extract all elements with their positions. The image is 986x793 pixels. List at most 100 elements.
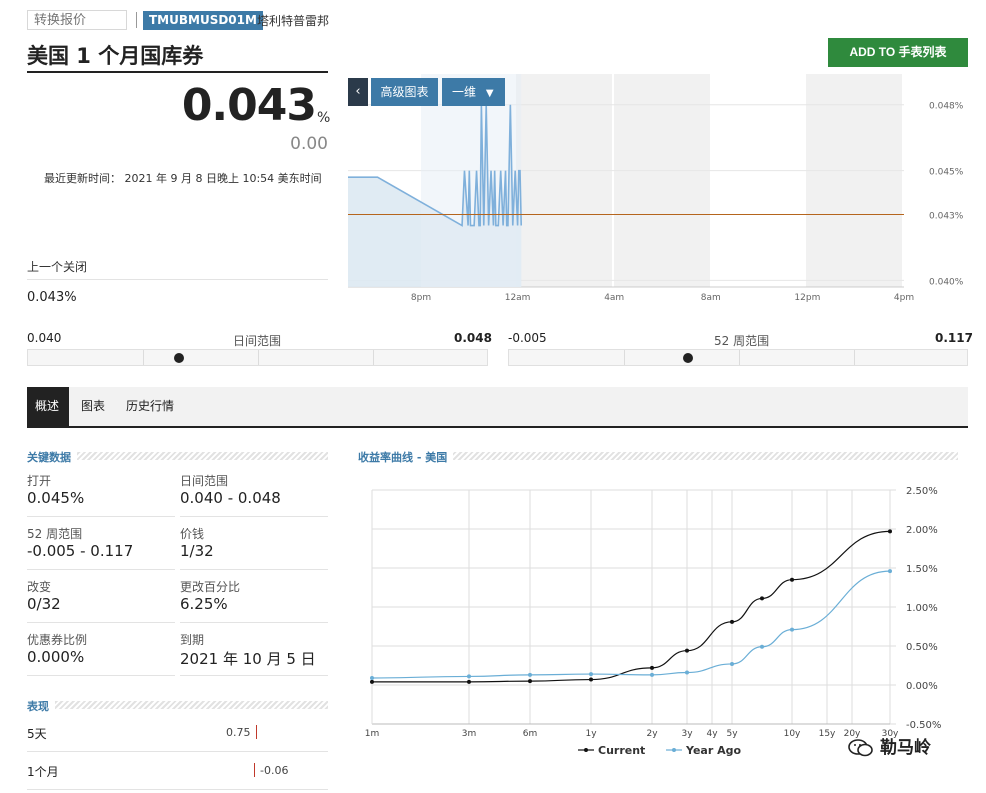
data-point bbox=[650, 665, 654, 670]
day-range-bar bbox=[27, 349, 488, 366]
y-tick-label: 0.040% bbox=[929, 277, 964, 287]
last-updated: 最近更新时间： 2021 年 9 月 8 日晚上 10:54 美东时间 bbox=[44, 172, 322, 185]
time-range-dropdown[interactable]: 一维 ▼ bbox=[442, 78, 505, 106]
x-tick-label: 5y bbox=[726, 729, 738, 739]
divider bbox=[27, 789, 328, 790]
x-tick-label: 4y bbox=[706, 729, 718, 739]
divider bbox=[180, 622, 328, 623]
y-tick-label: 0.045% bbox=[929, 168, 964, 178]
time-range-label: 一维 bbox=[452, 85, 477, 99]
key-data-value: 0/32 bbox=[27, 595, 61, 613]
tab-overview[interactable]: 概述 bbox=[27, 387, 69, 426]
day-range-label: 日间范围 bbox=[233, 334, 282, 348]
y-tick-label: 0.048% bbox=[929, 102, 964, 112]
data-point bbox=[589, 672, 593, 677]
key-data-label: 更改百分比 bbox=[180, 580, 241, 594]
x-tick-label: 3y bbox=[681, 729, 693, 739]
performance-period: 5天 bbox=[27, 727, 47, 741]
price-unit: % bbox=[317, 110, 331, 126]
52-week-range-bar bbox=[508, 349, 968, 366]
tab-bar: 概述 图表 历史行情 bbox=[27, 387, 968, 428]
data-point bbox=[467, 679, 471, 684]
performance-bar bbox=[256, 725, 257, 739]
data-point bbox=[760, 644, 764, 649]
intraday-chart[interactable]: 0.048% 0.045% 0.043% 0.040% 8pm 12am 4am 8am 12p… bbox=[348, 74, 968, 310]
advanced-chart-button[interactable]: 高级图表 bbox=[371, 78, 438, 106]
yield-curve-title: 收益率曲线 - 美国 bbox=[358, 449, 454, 465]
add-to-watchlist-button[interactable]: ADD TO 手表列表 bbox=[828, 38, 968, 67]
performance-period: 1个月 bbox=[27, 765, 59, 779]
time-band bbox=[516, 74, 612, 287]
x-tick-label: 1y bbox=[585, 729, 597, 739]
key-data-label: 日间范围 bbox=[180, 474, 229, 488]
data-point bbox=[730, 661, 734, 666]
key-data-label: 52 周范围 bbox=[27, 527, 83, 541]
legend-marker bbox=[672, 748, 676, 752]
data-point bbox=[650, 672, 654, 677]
time-band bbox=[614, 74, 710, 287]
y-tick-label: 1.50% bbox=[906, 564, 938, 575]
series-line-year-ago bbox=[371, 570, 891, 679]
section-hatch bbox=[27, 701, 328, 709]
x-tick-label: 6m bbox=[523, 729, 538, 739]
collapse-chart-button[interactable]: ‹ bbox=[348, 78, 368, 106]
key-data-label: 改变 bbox=[27, 580, 52, 594]
divider bbox=[180, 675, 328, 676]
data-point bbox=[467, 674, 471, 679]
x-tick-label: 8pm bbox=[411, 293, 431, 303]
quote-search-input[interactable] bbox=[27, 10, 127, 30]
key-data-value: 0.000% bbox=[27, 648, 85, 666]
y-tick-label: 0.50% bbox=[906, 642, 938, 653]
previous-close-value: 0.043% bbox=[27, 290, 77, 305]
watermark-text: 勒马岭 bbox=[880, 738, 931, 758]
range-tick bbox=[373, 350, 374, 365]
data-point bbox=[730, 619, 734, 624]
y-tick-label: 1.00% bbox=[906, 603, 938, 614]
x-tick-label: 15y bbox=[819, 729, 836, 739]
data-point bbox=[888, 529, 892, 534]
data-point bbox=[370, 675, 374, 680]
range-tick bbox=[258, 350, 259, 365]
52-week-range-low: -0.005 bbox=[508, 331, 547, 345]
chevron-down-icon: ▼ bbox=[485, 88, 494, 99]
divider bbox=[27, 675, 175, 676]
data-source-label: 塔利特普雷邦 bbox=[257, 14, 330, 28]
key-data-label: 打开 bbox=[27, 474, 52, 488]
key-data-value: 0.040 - 0.048 bbox=[180, 489, 281, 507]
y-tick-label: 2.00% bbox=[906, 525, 938, 536]
x-tick-label: 8am bbox=[701, 293, 721, 303]
x-tick-label: 10y bbox=[784, 729, 801, 739]
tab-chart[interactable]: 图表 bbox=[73, 387, 113, 426]
title-underline bbox=[27, 71, 328, 73]
key-data-label: 优惠券比例 bbox=[27, 633, 88, 647]
x-tick-label: 1m bbox=[365, 729, 380, 739]
data-point bbox=[760, 596, 764, 601]
wechat-logo bbox=[848, 739, 873, 757]
divider bbox=[27, 279, 328, 280]
divider bbox=[136, 12, 137, 28]
52-week-range-label: 52 周范围 bbox=[714, 334, 770, 348]
divider bbox=[27, 516, 175, 517]
previous-close-label: 上一个关闭 bbox=[27, 260, 88, 274]
x-tick-label: 12am bbox=[505, 293, 531, 303]
y-tick-label: -0.50% bbox=[906, 720, 941, 731]
x-tick-label: 12pm bbox=[794, 293, 820, 303]
data-point bbox=[790, 627, 794, 632]
data-point bbox=[528, 672, 532, 677]
52-week-range-marker bbox=[682, 353, 693, 363]
price-value: 0.043 bbox=[181, 80, 317, 131]
x-tick-label: 2y bbox=[646, 729, 658, 739]
data-point bbox=[685, 670, 689, 675]
data-point bbox=[370, 679, 374, 684]
tab-history[interactable]: 历史行情 bbox=[118, 387, 182, 426]
key-data-value: 0.045% bbox=[27, 489, 85, 507]
divider bbox=[27, 569, 175, 570]
performance-value: -0.06 bbox=[260, 764, 289, 777]
key-data-title: 关键数据 bbox=[27, 449, 77, 465]
divider bbox=[180, 516, 328, 517]
range-tick bbox=[739, 350, 740, 365]
data-point bbox=[790, 577, 794, 582]
day-range-low: 0.040 bbox=[27, 331, 62, 345]
key-data-value: -0.005 - 0.117 bbox=[27, 542, 134, 560]
page-title: 美国 1 个月国库券 bbox=[27, 44, 204, 68]
